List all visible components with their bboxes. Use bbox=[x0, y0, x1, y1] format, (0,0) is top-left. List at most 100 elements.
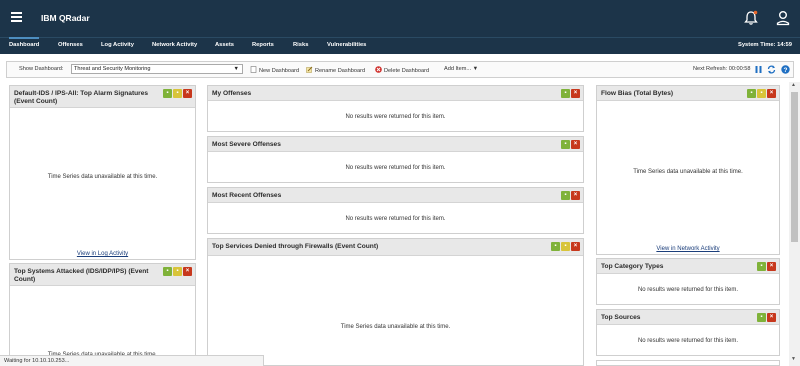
close-icon[interactable]: × bbox=[767, 313, 776, 322]
panel-title: Most Severe Offenses bbox=[212, 141, 281, 148]
panel-controls: ▪ × bbox=[560, 89, 580, 98]
tab-dashboard[interactable]: Dashboard bbox=[9, 37, 40, 48]
panel-controls: ▪ ▪ × bbox=[746, 89, 776, 98]
panel-title: Top Category Types bbox=[601, 263, 664, 270]
edit-settings-icon[interactable]: ▪ bbox=[561, 191, 570, 200]
services-denied-panel: Top Services Denied through Firewalls (E… bbox=[207, 238, 584, 366]
view-in-log-activity-link[interactable]: View in Log Activity bbox=[10, 251, 195, 257]
panel-controls: ▪ × bbox=[756, 313, 776, 322]
refresh-icon[interactable] bbox=[767, 65, 776, 74]
rename-pencil-icon bbox=[306, 66, 313, 73]
detach-icon[interactable]: ▪ bbox=[561, 242, 570, 251]
panel-message: Time Series data unavailable at this tim… bbox=[47, 174, 158, 180]
tab-offenses[interactable]: Offenses bbox=[58, 42, 83, 48]
close-icon[interactable]: × bbox=[571, 89, 580, 98]
tab-risks[interactable]: Risks bbox=[293, 42, 308, 48]
edit-settings-icon[interactable]: ▪ bbox=[757, 313, 766, 322]
panel-message: Time Series data unavailable at this tim… bbox=[340, 324, 451, 330]
edit-settings-icon[interactable]: ▪ bbox=[551, 242, 560, 251]
page-scrollbar[interactable]: ▲ ▼ bbox=[789, 82, 800, 366]
panel-header: Top Category Types ▪ × bbox=[597, 259, 779, 274]
panel-message: No results were returned for this item. bbox=[637, 287, 739, 293]
rename-dashboard-label: Rename Dashboard bbox=[315, 68, 366, 74]
panel-message: No results were returned for this item. bbox=[345, 216, 446, 222]
browser-status-bar: Waiting for 10.10.10.253... bbox=[0, 355, 264, 366]
panel-controls: ▪ × bbox=[756, 262, 776, 271]
hamburger-menu-icon[interactable] bbox=[11, 12, 22, 22]
dashboard-toolbar: Show Dashboard: Threat and Security Moni… bbox=[6, 61, 794, 78]
my-offenses-panel: My Offenses ▪ × No results were returned … bbox=[207, 85, 584, 132]
view-in-network-activity-link[interactable]: View in Network Activity bbox=[597, 246, 779, 252]
system-time: System Time: 14:59 bbox=[737, 42, 792, 48]
dashboard-select-value: Threat and Security Monitoring bbox=[74, 66, 151, 72]
next-refresh: Next Refresh: 00:00:58 bbox=[693, 66, 751, 72]
close-icon[interactable]: × bbox=[767, 262, 776, 271]
panel-header: Default-IDS / IPS-All: Top Alarm Signatu… bbox=[10, 86, 195, 108]
panel-message: No results were returned for this item. bbox=[637, 338, 739, 344]
delete-dashboard-label: Delete Dashboard bbox=[384, 68, 430, 74]
panel-controls: ▪ ▪ × bbox=[162, 89, 192, 98]
panel-controls: ▪ ▪ × bbox=[550, 242, 580, 251]
close-icon[interactable]: × bbox=[183, 267, 192, 276]
panel-header: Flow Bias (Total Bytes) ▪ ▪ × bbox=[597, 86, 779, 101]
tab-assets[interactable]: Assets bbox=[215, 42, 234, 48]
detach-icon[interactable]: ▪ bbox=[173, 89, 182, 98]
detach-icon[interactable]: ▪ bbox=[173, 267, 182, 276]
panel-controls: ▪ × bbox=[560, 191, 580, 200]
top-bar: IBM QRadar bbox=[0, 0, 800, 37]
notification-bell-icon[interactable] bbox=[744, 10, 758, 26]
close-icon[interactable]: × bbox=[767, 89, 776, 98]
next-panel-stub bbox=[596, 360, 780, 366]
new-dashboard-button[interactable]: New Dashboard bbox=[250, 66, 299, 74]
help-icon[interactable]: ? bbox=[781, 65, 790, 74]
tab-reports[interactable]: Reports bbox=[252, 42, 274, 48]
dashboard-select[interactable]: Threat and Security Monitoring ▼ bbox=[71, 64, 243, 74]
user-profile-icon[interactable] bbox=[776, 10, 790, 26]
scrollbar-thumb[interactable] bbox=[791, 92, 798, 242]
delete-dashboard-button[interactable]: Delete Dashboard bbox=[375, 66, 429, 74]
panel-message: No results were returned for this item. bbox=[345, 165, 446, 171]
panel-title: Top Sources bbox=[601, 314, 641, 321]
edit-settings-icon[interactable]: ▪ bbox=[163, 89, 172, 98]
rename-dashboard-button[interactable]: Rename Dashboard bbox=[306, 66, 365, 74]
edit-settings-icon[interactable]: ▪ bbox=[757, 262, 766, 271]
app-title: IBM QRadar bbox=[41, 13, 90, 23]
panel-title: My Offenses bbox=[212, 90, 252, 97]
panel-title: Top Systems Attacked (IDS/IDP/IPS) (Even… bbox=[14, 268, 149, 283]
scroll-up-arrow-icon[interactable]: ▲ bbox=[791, 82, 796, 88]
edit-settings-icon[interactable]: ▪ bbox=[561, 89, 570, 98]
most-recent-offenses-panel: Most Recent Offenses ▪ × No results were … bbox=[207, 187, 584, 234]
close-icon[interactable]: × bbox=[571, 140, 580, 149]
edit-settings-icon[interactable]: ▪ bbox=[747, 89, 756, 98]
panel-title: Flow Bias (Total Bytes) bbox=[601, 90, 674, 97]
svg-text:?: ? bbox=[784, 67, 788, 74]
panel-header: Top Sources ▪ × bbox=[597, 310, 779, 325]
close-icon[interactable]: × bbox=[571, 191, 580, 200]
edit-settings-icon[interactable]: ▪ bbox=[163, 267, 172, 276]
tab-log-activity[interactable]: Log Activity bbox=[101, 42, 134, 48]
panel-title: Default-IDS / IPS-All: Top Alarm Signatu… bbox=[14, 90, 149, 105]
panel-title: Most Recent Offenses bbox=[212, 192, 282, 199]
new-dashboard-label: New Dashboard bbox=[259, 68, 300, 74]
close-icon[interactable]: × bbox=[571, 242, 580, 251]
alarm-signatures-panel: Default-IDS / IPS-All: Top Alarm Signatu… bbox=[9, 85, 196, 260]
panel-controls: ▪ × bbox=[560, 140, 580, 149]
add-item-menu[interactable]: Add Item... ▼ bbox=[444, 66, 478, 72]
panel-header: Top Services Denied through Firewalls (E… bbox=[208, 239, 583, 256]
panel-title: Top Services Denied through Firewalls (E… bbox=[212, 243, 379, 250]
panel-header: Most Severe Offenses ▪ × bbox=[208, 137, 583, 152]
tab-network-activity[interactable]: Network Activity bbox=[152, 42, 197, 48]
add-item-label: Add Item... bbox=[444, 66, 472, 72]
panel-message: No results were returned for this item. bbox=[345, 114, 446, 120]
detach-icon[interactable]: ▪ bbox=[757, 89, 766, 98]
pause-icon[interactable] bbox=[754, 65, 763, 74]
scroll-down-arrow-icon[interactable]: ▼ bbox=[791, 356, 796, 362]
show-dashboard-label: Show Dashboard: bbox=[19, 66, 64, 72]
close-icon[interactable]: × bbox=[183, 89, 192, 98]
chevron-down-icon: ▼ bbox=[472, 66, 479, 72]
tab-vulnerabilities[interactable]: Vulnerabilities bbox=[327, 42, 366, 48]
new-document-icon bbox=[250, 66, 257, 73]
flow-bias-panel: Flow Bias (Total Bytes) ▪ ▪ × Time Series … bbox=[596, 85, 780, 255]
top-category-types-panel: Top Category Types ▪ × No results were re… bbox=[596, 258, 780, 305]
edit-settings-icon[interactable]: ▪ bbox=[561, 140, 570, 149]
